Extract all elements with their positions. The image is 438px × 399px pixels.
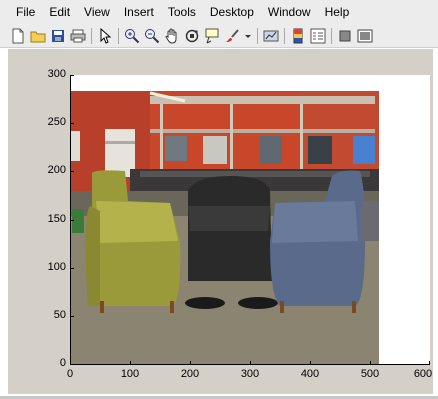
pan-hand-icon[interactable] (164, 28, 180, 44)
data-cursor-icon[interactable] (204, 28, 220, 44)
menu-view[interactable]: View (77, 2, 117, 22)
open-file-icon[interactable] (30, 28, 46, 44)
x-tick (310, 361, 311, 365)
menu-tools[interactable]: Tools (161, 2, 203, 22)
hide-plot-tools-icon[interactable] (337, 28, 353, 44)
figure-toolbar (0, 24, 438, 48)
x-tick (370, 361, 371, 365)
y-tick-label: 150 (47, 213, 66, 225)
show-plot-tools-icon[interactable] (357, 28, 373, 44)
x-tick (70, 361, 71, 365)
insert-legend-icon[interactable] (310, 28, 326, 44)
menu-desktop[interactable]: Desktop (203, 2, 261, 22)
x-tick (190, 361, 191, 365)
x-tick-label: 300 (240, 368, 260, 380)
menu-bar: File Edit View Insert Tools Desktop Wind… (0, 0, 438, 24)
x-tick-label: 100 (120, 368, 140, 380)
brush-dropdown-icon[interactable] (244, 28, 252, 44)
menu-insert[interactable]: Insert (117, 2, 161, 22)
x-tick (429, 361, 430, 365)
x-tick-label: 0 (66, 368, 74, 380)
edit-plot-arrow-icon[interactable] (97, 27, 113, 44)
menu-file[interactable]: File (0, 2, 42, 22)
insert-colorbar-icon[interactable] (290, 28, 306, 44)
y-tick (70, 75, 74, 76)
toolbar-separator (118, 27, 119, 44)
y-tick-label: 100 (47, 261, 66, 273)
zoom-out-icon[interactable] (144, 28, 160, 44)
new-figure-icon[interactable] (10, 28, 26, 44)
x-tick-label: 400 (300, 368, 320, 380)
toolbar-separator (331, 27, 332, 44)
y-tick-label: 200 (47, 164, 66, 176)
y-tick-label: 250 (47, 116, 66, 128)
x-tick (250, 361, 251, 365)
menu-edit[interactable]: Edit (42, 2, 77, 22)
y-tick-label: 50 (53, 309, 66, 321)
link-plot-icon[interactable] (263, 28, 279, 44)
x-tick-label: 600 (413, 368, 433, 380)
y-tick (70, 171, 74, 172)
menu-help[interactable]: Help (318, 2, 357, 22)
toolbar-separator (284, 27, 285, 44)
y-tick (70, 268, 74, 269)
rotate-3d-icon[interactable] (184, 28, 200, 44)
toolbar-separator (257, 27, 258, 44)
displayed-image (70, 91, 379, 364)
y-tick (70, 316, 74, 317)
menu-window[interactable]: Window (261, 2, 318, 22)
save-icon[interactable] (50, 28, 66, 44)
brush-icon[interactable] (224, 28, 240, 44)
x-tick-label: 500 (360, 368, 380, 380)
x-tick (130, 361, 131, 365)
y-tick (70, 123, 74, 124)
print-icon[interactable] (70, 28, 86, 44)
y-tick-label: 300 (47, 68, 66, 80)
y-tick (70, 220, 74, 221)
zoom-in-icon[interactable] (124, 28, 140, 44)
toolbar-separator (91, 27, 92, 44)
x-tick-label: 200 (180, 368, 200, 380)
